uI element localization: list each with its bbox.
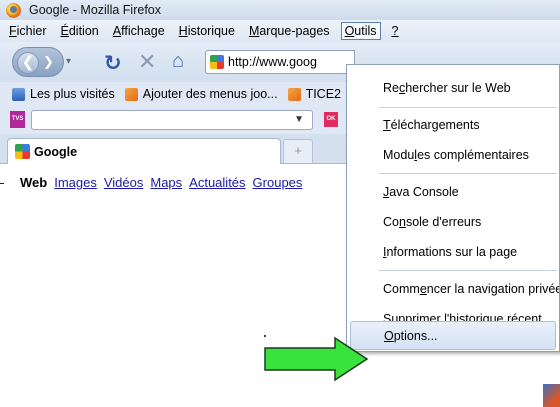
menu-marque-pages[interactable]: Marque-pages: [246, 23, 333, 39]
window-titlebar: Google - Mozilla Firefox: [0, 0, 560, 20]
firefox-logo-icon: [6, 2, 21, 18]
menu-edition[interactable]: Édition: [58, 23, 102, 39]
menu-separator: [379, 173, 557, 174]
reload-icon[interactable]: ↻: [104, 51, 122, 76]
menu-outils[interactable]: Outils: [340, 22, 381, 40]
tvs-logo-icon[interactable]: TVS: [10, 111, 25, 128]
menu-item-private-browsing[interactable]: Comm e ncer la navigation privée: [347, 275, 559, 302]
url-bar[interactable]: http://www.goog: [205, 50, 355, 74]
menu-item-search-web[interactable]: Re c hercher sur le Web: [347, 74, 559, 101]
rss-feed-icon: [124, 87, 138, 101]
google-link-groupes[interactable]: Groupes: [253, 175, 303, 190]
google-link-web[interactable]: Web: [20, 175, 47, 190]
bookmark-most-visited[interactable]: Les plus visités: [12, 87, 115, 101]
menu-separator: [379, 270, 557, 271]
stop-icon[interactable]: ✕: [138, 49, 156, 75]
menu-item-page-info[interactable]: Informations sur la page: [347, 238, 559, 265]
desktop-corner-icon: [543, 384, 560, 407]
chevron-down-icon[interactable]: ▼: [294, 114, 304, 125]
menu-affichage[interactable]: Affichage: [110, 23, 168, 39]
margin-mark: [0, 183, 4, 184]
menu-item-error-console[interactable]: Co n sole d'erreurs: [347, 208, 559, 235]
history-dropdown-icon[interactable]: ▾: [66, 56, 71, 67]
outils-dropdown-menu: Re c hercher sur le Web Téléchargements Mo…: [346, 64, 560, 352]
bookmark-add-menus[interactable]: Ajouter des menus joo...: [124, 87, 278, 101]
new-tab-button[interactable]: +: [283, 139, 313, 163]
bookmark-tice[interactable]: TICE2: [287, 87, 341, 101]
menu-item-options[interactable]: Options...: [350, 321, 556, 350]
site-favicon-icon: [210, 55, 224, 69]
menu-aide[interactable]: ?: [389, 23, 402, 39]
menu-item-addons[interactable]: Modu l es complémentaires: [347, 141, 559, 168]
home-icon[interactable]: ⌂: [172, 50, 184, 73]
menu-historique[interactable]: Historique: [176, 23, 238, 39]
back-forward-buttons[interactable]: ❮ ❯: [12, 47, 64, 77]
tab-title: Google: [34, 144, 78, 159]
toolbar-select[interactable]: ▼: [31, 110, 313, 130]
menu-fichier[interactable]: Fichier: [6, 23, 50, 39]
back-arrow-icon[interactable]: ❮: [17, 52, 39, 74]
window-title: Google - Mozilla Firefox: [29, 3, 161, 17]
menu-bar: Fichier Édition Affichage Historique Mar…: [0, 20, 560, 42]
ok-logo-icon[interactable]: OK: [324, 112, 338, 127]
green-arrow-icon: [264, 336, 369, 382]
google-nav-links: Web Images Vidéos Maps Actualités Groupe…: [20, 175, 309, 190]
google-favicon-icon: [15, 144, 30, 159]
google-link-videos[interactable]: Vidéos: [104, 175, 144, 190]
menu-item-downloads[interactable]: Téléchargements: [347, 111, 559, 138]
menu-item-java-console[interactable]: Java Console: [347, 178, 559, 205]
google-link-actualites[interactable]: Actualités: [189, 175, 245, 190]
bookmark-folder-icon: [12, 87, 25, 101]
google-link-maps[interactable]: Maps: [150, 175, 182, 190]
tab-google[interactable]: Google: [7, 138, 281, 164]
rss-feed-icon: [287, 87, 301, 101]
forward-arrow-icon[interactable]: ❯: [43, 54, 54, 70]
url-text: http://www.goog: [228, 55, 317, 69]
google-link-images[interactable]: Images: [54, 175, 97, 190]
menu-separator: [379, 107, 557, 108]
